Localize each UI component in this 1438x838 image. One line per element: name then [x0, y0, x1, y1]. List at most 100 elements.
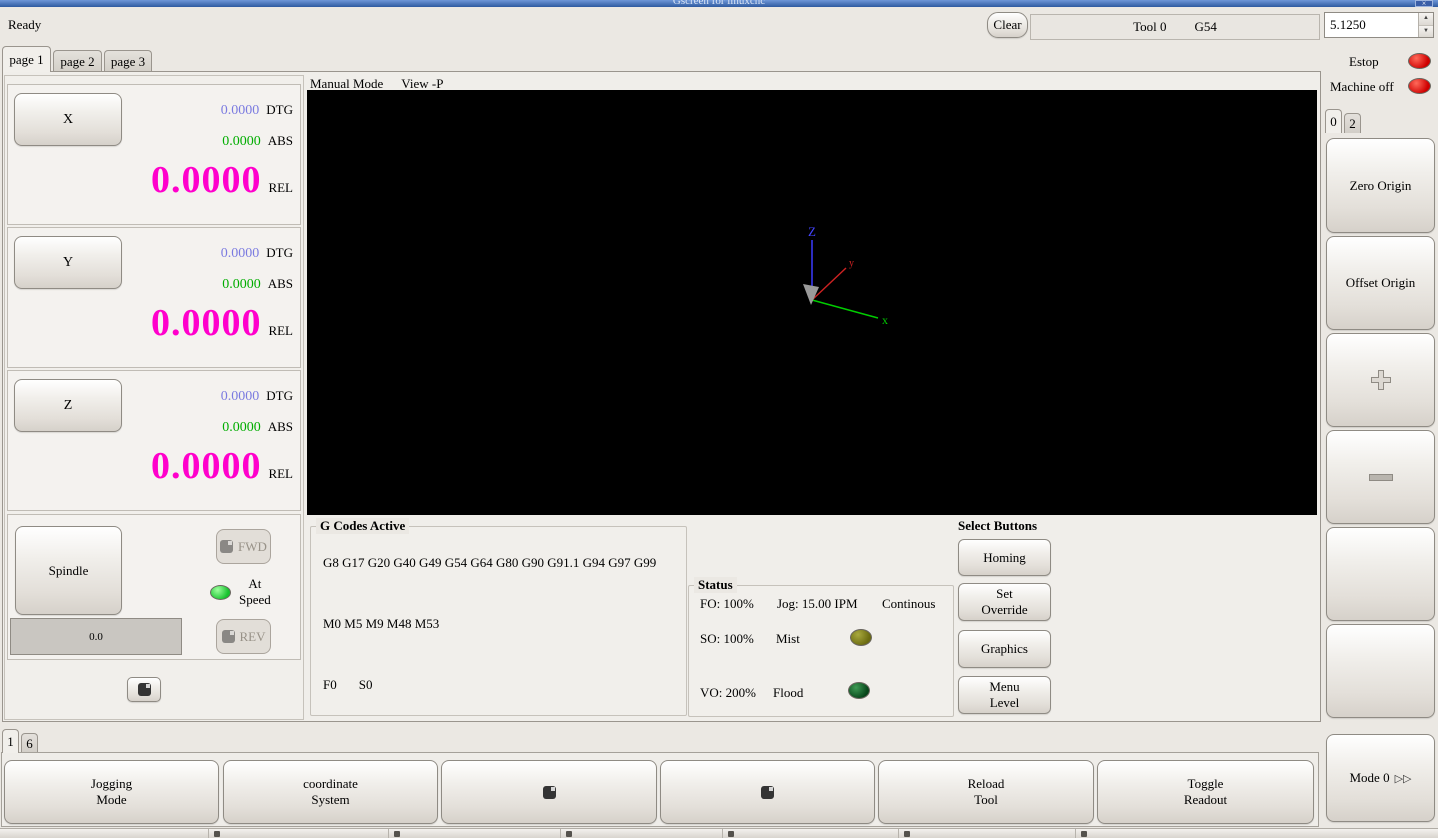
- taskbar-divider: [1075, 829, 1076, 838]
- spindle-button[interactable]: Spindle: [15, 526, 122, 615]
- estop-led: [1408, 53, 1431, 69]
- tool-display: Tool 0 G54: [1030, 14, 1320, 40]
- taskbar-item[interactable]: [394, 831, 400, 837]
- clear-button[interactable]: Clear: [987, 12, 1028, 38]
- jog-increment-label: Continous: [882, 596, 936, 611]
- minus-button[interactable]: [1326, 430, 1435, 524]
- crosshair-icon: [1370, 370, 1391, 390]
- right-tab-0[interactable]: 0: [1325, 109, 1342, 133]
- f-word: F0: [323, 677, 337, 692]
- spindle-fwd-button[interactable]: FWD: [216, 529, 271, 564]
- fast-forward-icon: ▷▷: [1394, 772, 1412, 785]
- taskbar-item[interactable]: [904, 831, 910, 837]
- right-blank-button-1[interactable]: [1326, 527, 1435, 621]
- taskbar-item[interactable]: [728, 831, 734, 837]
- gremlin-preview-canvas[interactable]: Z x y: [307, 90, 1317, 515]
- x-dtg-value: 0.0000: [220, 103, 260, 118]
- jogging-mode-button[interactable]: Jogging Mode: [4, 760, 219, 824]
- machine-off-led: [1408, 78, 1431, 94]
- dtg-label: DTG: [266, 102, 293, 117]
- taskbar-divider: [898, 829, 899, 838]
- axis-z-label: Z: [808, 224, 816, 239]
- value-spinbox[interactable]: ▲ ▼: [1324, 12, 1434, 38]
- dro-panel: X 0.0000 DTG 0.0000 ABS 0.0000 REL Y 0.0000…: [4, 75, 304, 720]
- abs-label: ABS: [267, 133, 293, 148]
- right-blank-button-2[interactable]: [1326, 624, 1435, 718]
- dtg-label: DTG: [266, 245, 293, 260]
- mist-label: Mist: [776, 631, 800, 646]
- flood-led: [848, 682, 870, 699]
- abs-label: ABS: [267, 419, 293, 434]
- rel-label: REL: [268, 323, 293, 338]
- crosshair-button[interactable]: [1326, 333, 1435, 427]
- feed-speed-line: F0 S0: [323, 677, 372, 693]
- axis-x-button[interactable]: X: [14, 93, 122, 146]
- image-icon: [761, 785, 774, 799]
- status-ready-label: Ready: [8, 17, 42, 32]
- jog-rate-label: Jog: 15.00 IPM: [777, 596, 858, 611]
- spinbox-input[interactable]: [1325, 13, 1418, 37]
- mode-button[interactable]: Mode 0 ▷▷: [1326, 734, 1435, 822]
- spindle-extra-button[interactable]: [127, 677, 161, 702]
- estop-label: Estop: [1349, 54, 1379, 69]
- spindle-section: Spindle FWD At Speed REV 0.0: [7, 514, 301, 660]
- z-rel-value: 0.0000: [150, 445, 262, 487]
- y-dtg-value: 0.0000: [220, 246, 260, 261]
- taskbar-divider: [388, 829, 389, 838]
- offset-origin-button[interactable]: Offset Origin: [1326, 236, 1435, 330]
- tab-page-1[interactable]: page 1: [2, 46, 51, 72]
- axis-z-button[interactable]: Z: [14, 379, 122, 432]
- feed-override-label: FO: 100%: [700, 596, 754, 611]
- y-rel-value: 0.0000: [150, 302, 262, 344]
- axes-origin-graphic: Z x y: [803, 224, 888, 327]
- taskbar-item[interactable]: [1081, 831, 1087, 837]
- tool-number-label: Tool 0: [1133, 19, 1167, 34]
- spindle-rev-label: REV: [239, 628, 266, 644]
- bottom-tab-6[interactable]: 6: [21, 733, 38, 753]
- reload-tool-button[interactable]: Reload Tool: [878, 760, 1094, 824]
- z-dtg-value: 0.0000: [220, 389, 260, 404]
- taskbar-item[interactable]: [214, 831, 220, 837]
- bottom-blank-button-1[interactable]: [441, 760, 657, 824]
- spindle-rev-icon: [221, 630, 235, 643]
- spin-up-icon[interactable]: ▲: [1419, 13, 1433, 26]
- axis-x-label: x: [882, 313, 888, 327]
- tab-page-2[interactable]: page 2: [53, 50, 102, 72]
- select-buttons-title: Select Buttons: [958, 518, 1038, 533]
- x-rel-value: 0.0000: [150, 159, 262, 201]
- spindle-fwd-icon: [220, 540, 234, 553]
- spindle-speed-bar: 0.0: [10, 618, 182, 655]
- bottom-blank-button-2[interactable]: [660, 760, 875, 824]
- axis-y-label: y: [849, 258, 854, 269]
- status-frame-title: Status: [694, 577, 737, 593]
- application-window: Gscreen for linuxcnc × Ready Clear Tool …: [0, 0, 1438, 838]
- bottom-tab-1[interactable]: 1: [2, 729, 19, 753]
- s-word: S0: [358, 677, 373, 692]
- tab-page-3[interactable]: page 3: [104, 50, 152, 72]
- coordinate-system-button[interactable]: coordinate System: [223, 760, 438, 824]
- spindle-rev-button[interactable]: REV: [216, 619, 271, 654]
- taskbar-item[interactable]: [566, 831, 572, 837]
- window-close-icon[interactable]: ×: [1415, 0, 1433, 7]
- toggle-readout-button[interactable]: Toggle Readout: [1097, 760, 1314, 824]
- homing-button[interactable]: Homing: [958, 539, 1051, 576]
- taskbar-divider: [560, 829, 561, 838]
- spindle-speed-value: 0.0: [89, 630, 103, 643]
- window-titlebar[interactable]: Gscreen for linuxcnc ×: [0, 0, 1438, 7]
- right-tab-2[interactable]: 2: [1344, 113, 1361, 133]
- taskbar-divider: [208, 829, 209, 838]
- set-override-button[interactable]: Set Override: [958, 583, 1051, 621]
- minus-icon: [1368, 473, 1393, 481]
- axis-y-button[interactable]: Y: [14, 236, 122, 289]
- gcodes-frame: G Codes Active G8 G17 G20 G40 G49 G54 G6…: [310, 518, 687, 716]
- image-icon: [137, 683, 151, 696]
- spindle-fwd-label: FWD: [238, 538, 267, 554]
- spin-down-icon[interactable]: ▼: [1419, 25, 1433, 37]
- window-title: Gscreen for linuxcnc: [672, 0, 766, 7]
- spindle-override-label: SO: 100%: [700, 631, 754, 646]
- zero-origin-button[interactable]: Zero Origin: [1326, 138, 1435, 233]
- taskbar: [0, 828, 1438, 838]
- graphics-button[interactable]: Graphics: [958, 630, 1051, 668]
- menu-level-button[interactable]: Menu Level: [958, 676, 1051, 714]
- image-icon: [542, 785, 556, 799]
